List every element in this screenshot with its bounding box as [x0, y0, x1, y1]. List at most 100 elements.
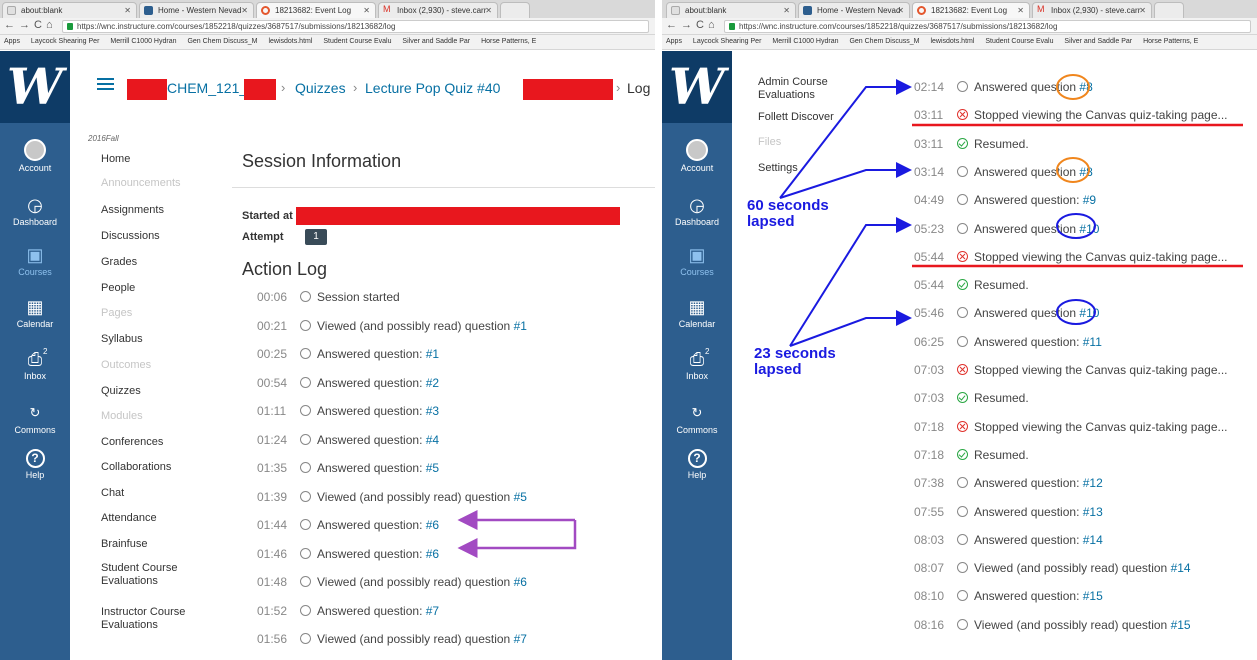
- tab-inbox[interactable]: M Inbox (2,930) - steve.carr ✕: [378, 2, 498, 18]
- close-icon[interactable]: ✕: [241, 6, 248, 15]
- global-nav-help[interactable]: ? Help: [662, 449, 732, 480]
- global-nav-inbox[interactable]: ⎙ Inbox 2: [0, 347, 70, 381]
- breadcrumb-quiz[interactable]: Lecture Pop Quiz #40: [365, 80, 500, 96]
- new-tab-button[interactable]: [500, 2, 530, 18]
- nav-buttons[interactable]: ←→C⌂: [4, 19, 57, 31]
- question-link[interactable]: #11: [1083, 335, 1102, 349]
- bookmark-item[interactable]: Gen Chem Discuss_M: [187, 38, 257, 45]
- close-icon[interactable]: ✕: [897, 6, 904, 15]
- global-nav-courses[interactable]: ▣ Courses: [0, 245, 70, 277]
- close-icon[interactable]: ✕: [783, 6, 790, 15]
- bookmark-item[interactable]: Laycock Shearing Per: [31, 38, 99, 45]
- question-link[interactable]: #6: [514, 575, 527, 589]
- tab-about-blank[interactable]: about:blank ✕: [2, 2, 137, 18]
- bookmark-item[interactable]: Apps: [4, 38, 20, 45]
- question-link[interactable]: #7: [426, 604, 439, 618]
- course-nav-item[interactable]: Chat: [101, 487, 124, 500]
- question-link[interactable]: #5: [426, 461, 439, 475]
- bookmark-item[interactable]: Horse Patterns, E: [1143, 38, 1198, 45]
- bookmark-item[interactable]: Student Course Evalu: [985, 38, 1053, 45]
- course-nav-item[interactable]: People: [101, 282, 135, 295]
- question-link[interactable]: #2: [426, 376, 439, 390]
- course-nav-item[interactable]: Student Course Evaluations: [101, 562, 177, 588]
- course-nav-item[interactable]: Assignments: [101, 204, 164, 217]
- global-nav-account[interactable]: Account: [662, 139, 732, 173]
- bookmark-item[interactable]: lewisdots.html: [930, 38, 974, 45]
- bookmark-item[interactable]: Silver and Saddle Par: [402, 38, 470, 45]
- bookmark-item[interactable]: Apps: [666, 38, 682, 45]
- log-text: Answered question:: [974, 504, 1083, 519]
- course-nav-item[interactable]: Conferences: [101, 436, 163, 449]
- question-link[interactable]: #7: [514, 632, 527, 646]
- bookmark-item[interactable]: Gen Chem Discuss_M: [849, 38, 919, 45]
- institution-logo[interactable]: W: [0, 51, 70, 123]
- course-nav-item[interactable]: Settings: [758, 162, 798, 175]
- course-nav-item[interactable]: Grades: [101, 256, 137, 269]
- question-link[interactable]: #14: [1083, 533, 1103, 547]
- question-link[interactable]: #10: [1079, 306, 1099, 320]
- question-link[interactable]: #12: [1083, 476, 1103, 490]
- course-nav-item[interactable]: Instructor Course Evaluations: [101, 606, 185, 632]
- tab-event-log[interactable]: 18213682: Event Log ✕: [256, 2, 376, 18]
- new-tab-button[interactable]: [1154, 2, 1184, 18]
- bookmark-item[interactable]: Merrill C1000 Hydran: [110, 38, 176, 45]
- nav-buttons[interactable]: ←→C⌂: [666, 19, 719, 31]
- question-link[interactable]: #6: [426, 518, 439, 532]
- bookmark-item[interactable]: Student Course Evalu: [323, 38, 391, 45]
- close-icon[interactable]: ✕: [1139, 6, 1146, 15]
- course-nav-item[interactable]: Discussions: [101, 230, 160, 243]
- question-link[interactable]: #8: [1079, 80, 1092, 94]
- global-nav-commons[interactable]: ↻ Commons: [662, 403, 732, 435]
- hamburger-menu-icon[interactable]: [97, 78, 114, 91]
- tab-home-wnc[interactable]: Home - Western Nevad ✕: [139, 2, 254, 18]
- close-icon[interactable]: ✕: [485, 6, 492, 15]
- global-nav-calendar[interactable]: ▦ Calendar: [0, 297, 70, 329]
- course-nav-item[interactable]: Home: [101, 153, 130, 166]
- question-link[interactable]: #1: [514, 319, 527, 333]
- url-field[interactable]: https://wnc.instructure.com/courses/1852…: [724, 20, 1251, 33]
- question-link[interactable]: #1: [426, 347, 439, 361]
- tab-inbox[interactable]: M Inbox (2,930) - steve.carr ✕: [1032, 2, 1152, 18]
- question-link[interactable]: #8: [1079, 165, 1092, 179]
- question-link[interactable]: #3: [426, 404, 439, 418]
- course-nav-item[interactable]: Attendance: [101, 512, 157, 525]
- course-nav-item[interactable]: Brainfuse: [101, 538, 147, 551]
- bookmark-item[interactable]: Silver and Saddle Par: [1064, 38, 1132, 45]
- question-link[interactable]: #5: [514, 490, 527, 504]
- global-nav-courses[interactable]: ▣ Courses: [662, 245, 732, 277]
- question-link[interactable]: #6: [426, 547, 439, 561]
- question-link[interactable]: #10: [1079, 222, 1099, 236]
- breadcrumb-quizzes[interactable]: Quizzes: [295, 80, 346, 96]
- global-nav-dashboard[interactable]: ◶ Dashboard: [0, 195, 70, 227]
- bookmark-item[interactable]: Merrill C1000 Hydran: [772, 38, 838, 45]
- question-link[interactable]: #9: [1083, 193, 1096, 207]
- question-link[interactable]: #13: [1083, 505, 1103, 519]
- close-icon[interactable]: ✕: [1017, 6, 1024, 15]
- global-nav-commons[interactable]: ↻ Commons: [0, 403, 70, 435]
- institution-logo[interactable]: W: [662, 51, 732, 123]
- global-nav-dashboard[interactable]: ◶ Dashboard: [662, 195, 732, 227]
- course-nav-item[interactable]: Collaborations: [101, 461, 171, 474]
- tab-about-blank[interactable]: about:blank ✕: [666, 2, 796, 18]
- bookmark-item[interactable]: Laycock Shearing Per: [693, 38, 761, 45]
- course-nav-item[interactable]: Syllabus: [101, 333, 143, 346]
- breadcrumb-course[interactable]: CHEM_121_: [167, 80, 247, 96]
- tab-home-wnc[interactable]: Home - Western Nevad ✕: [798, 2, 910, 18]
- url-field[interactable]: https://wnc.instructure.com/courses/1852…: [62, 20, 649, 33]
- question-link[interactable]: #15: [1083, 589, 1103, 603]
- global-nav-inbox[interactable]: ⎙ Inbox 2: [662, 347, 732, 381]
- tab-event-log[interactable]: 18213682: Event Log ✕: [912, 2, 1030, 18]
- global-nav-account[interactable]: Account: [0, 139, 70, 173]
- close-icon[interactable]: ✕: [124, 6, 131, 15]
- bookmark-item[interactable]: Horse Patterns, E: [481, 38, 536, 45]
- question-link[interactable]: #14: [1171, 561, 1191, 575]
- question-link[interactable]: #4: [426, 433, 439, 447]
- global-nav-calendar[interactable]: ▦ Calendar: [662, 297, 732, 329]
- global-nav-help[interactable]: ? Help: [0, 449, 70, 480]
- course-nav-item[interactable]: Admin Course Evaluations: [758, 76, 828, 102]
- course-nav-item[interactable]: Follett Discover: [758, 111, 834, 124]
- bookmark-item[interactable]: lewisdots.html: [268, 38, 312, 45]
- close-icon[interactable]: ✕: [363, 6, 370, 15]
- course-nav-item[interactable]: Quizzes: [101, 385, 141, 398]
- question-link[interactable]: #15: [1171, 618, 1191, 632]
